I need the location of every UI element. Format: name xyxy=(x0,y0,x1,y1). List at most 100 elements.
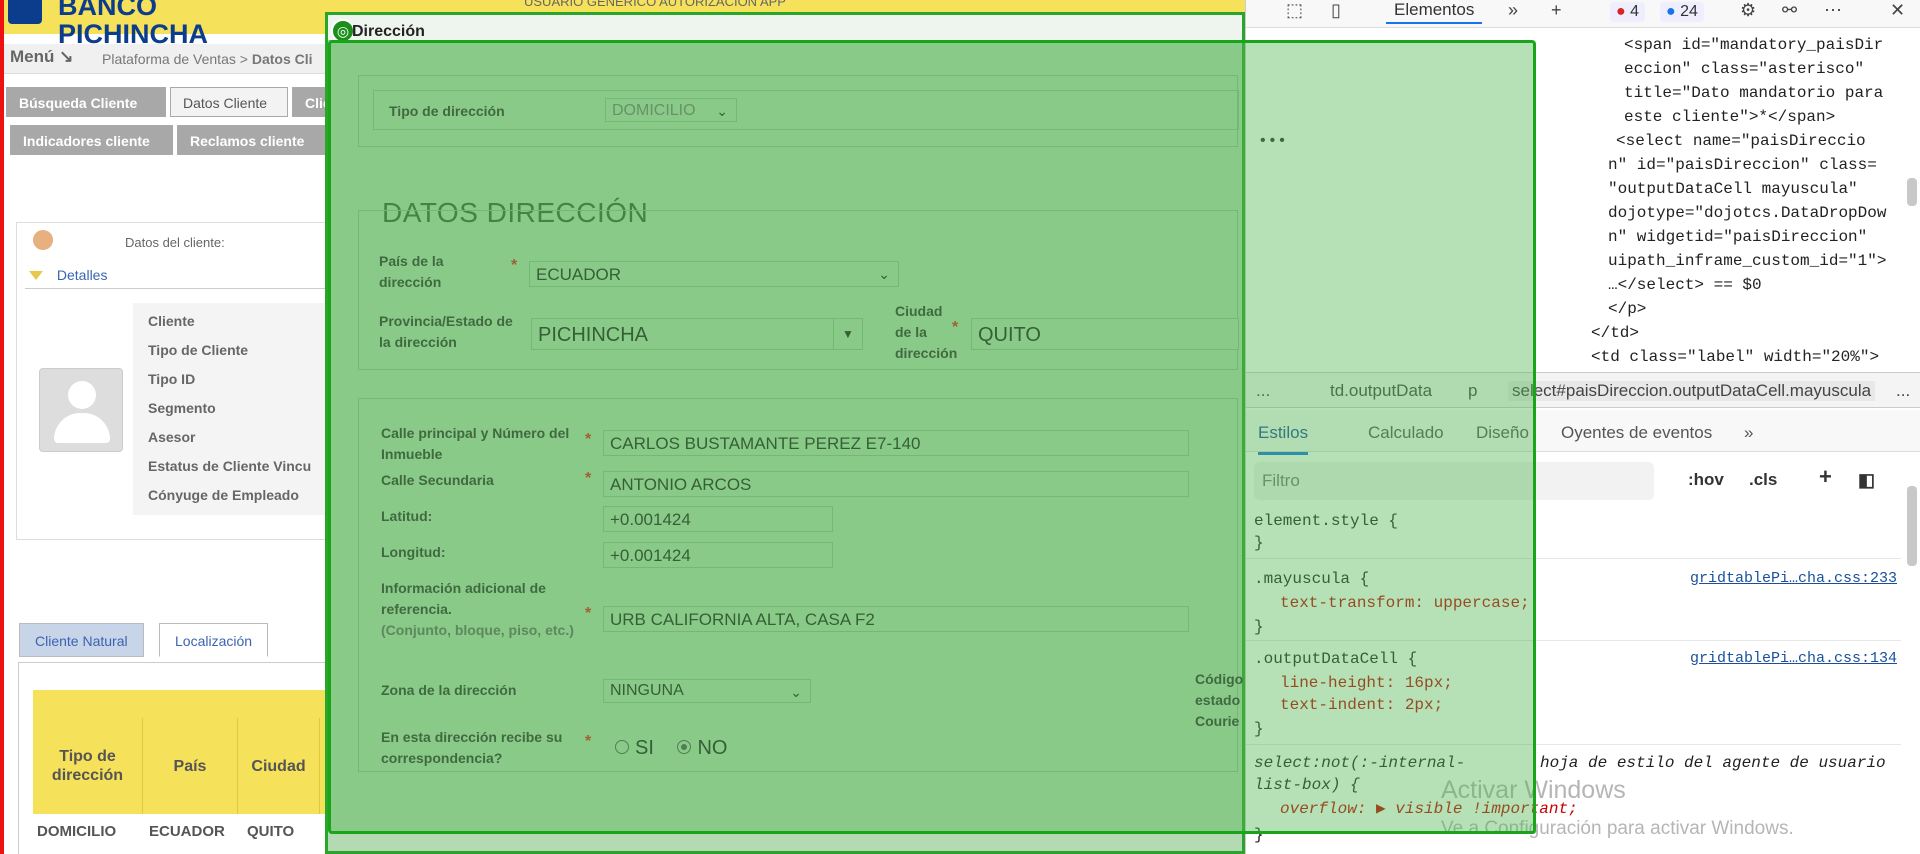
dom-line[interactable]: este cliente">*</span> xyxy=(1624,105,1835,129)
table-cell: DOMICILIO xyxy=(37,823,117,840)
menu-bar: Menú ↘ Plataforma de Ventas > Datos Cli xyxy=(4,44,344,74)
dom-line[interactable]: title="Dato mandatorio para xyxy=(1624,81,1883,105)
dom-line[interactable]: uipath_inframe_custom_id="1"> xyxy=(1608,249,1886,273)
add-tab-icon[interactable]: + xyxy=(1551,0,1562,24)
tab-calculado[interactable]: Calculado xyxy=(1368,423,1444,443)
cls-button[interactable]: .cls xyxy=(1749,470,1777,490)
dom-line[interactable]: dojotype="dojotcs.DataDropDow xyxy=(1608,201,1886,225)
styles-subtabs: Estilos Calculado Diseño Oyentes de even… xyxy=(1246,410,1920,455)
tab-oyentes[interactable]: Oyentes de eventos xyxy=(1561,423,1712,443)
errors-badge[interactable]: ● 4 xyxy=(1610,2,1646,22)
province-select[interactable]: PICHINCHA xyxy=(531,318,861,350)
dom-line[interactable]: …</select> == $0 xyxy=(1608,273,1762,297)
tab-estilos[interactable]: Estilos xyxy=(1258,423,1309,455)
tab-diseno[interactable]: Diseño xyxy=(1476,423,1529,443)
crumb-item[interactable]: ... xyxy=(1896,381,1910,401)
css-selector[interactable]: element.style { xyxy=(1254,510,1398,532)
customize-icon[interactable]: ⚯ xyxy=(1782,0,1797,24)
css-selector[interactable]: .outputDataCell { xyxy=(1254,648,1417,670)
windows-activation-subtitle: Ve a Configuración para activar Windows. xyxy=(1441,818,1794,839)
ellipsis-icon[interactable]: ••• xyxy=(1258,129,1287,153)
css-selector[interactable]: .mayuscula { xyxy=(1254,568,1369,590)
crumb-item[interactable]: ... xyxy=(1256,381,1270,401)
country-select[interactable]: ECUADOR ⌄ xyxy=(529,261,899,287)
dom-line[interactable]: <select name="paisDireccio xyxy=(1616,129,1866,153)
styles-scrollbar-thumb[interactable] xyxy=(1907,486,1917,566)
gear-icon[interactable]: ⚙ xyxy=(1740,0,1756,24)
street-main-input[interactable]: CARLOS BUSTAMANTE PEREZ E7-140 xyxy=(603,430,1189,456)
street-main-label: Calle principal y Número del Inmueble xyxy=(381,425,570,462)
dom-line[interactable]: n" widgetid="paisDireccion" xyxy=(1608,225,1867,249)
messages-badge[interactable]: ● 24 xyxy=(1660,2,1704,22)
address-type-label: Tipo de dirección xyxy=(389,103,505,119)
detail-row: Tipo ID xyxy=(148,371,196,387)
close-icon[interactable]: ✕ xyxy=(1890,0,1905,24)
breadcrumb-item[interactable]: Plataforma de Ventas xyxy=(102,51,236,67)
css-brace: } xyxy=(1254,826,1264,844)
chevron-down-icon: ⌄ xyxy=(790,684,802,700)
city-input[interactable]: QUITO xyxy=(971,318,1239,350)
zone-select[interactable]: NINGUNA ⌄ xyxy=(603,679,811,703)
sidebar-toggle-icon[interactable]: ◧ xyxy=(1858,470,1875,491)
longitude-input[interactable]: +0.001424 xyxy=(603,542,833,568)
additional-info-input[interactable]: URB CALIFORNIA ALTA, CASA F2 xyxy=(603,606,1189,632)
street-secondary-label: Calle Secundaria xyxy=(381,472,494,488)
required-mark: * xyxy=(511,257,518,274)
province-label: Provincia/Estado de la dirección xyxy=(379,313,513,350)
address-type-select[interactable]: DOMICILIO ⌄ xyxy=(605,98,737,122)
tab-cliente-natural[interactable]: Cliente Natural xyxy=(19,623,144,657)
new-rule-icon[interactable]: + xyxy=(1819,464,1832,490)
dialog-title: Dirección xyxy=(352,23,425,40)
css-source-link[interactable]: gridtablePi…cha.css:233 xyxy=(1690,568,1897,590)
address-location-frame: País de la dirección * ECUADOR ⌄ Provinc… xyxy=(358,210,1239,370)
dom-line[interactable]: <span id="mandatory_paisDir xyxy=(1624,33,1883,57)
client-header-label: Datos del cliente: xyxy=(125,235,225,250)
css-declaration[interactable]: text-transform: uppercase; xyxy=(1280,592,1530,614)
styles-filter-input[interactable]: Filtro xyxy=(1254,462,1654,500)
latitude-input[interactable]: +0.001424 xyxy=(603,506,833,532)
dom-line[interactable]: </p> xyxy=(1608,297,1646,321)
dom-line[interactable]: "outputDataCell mayuscula" xyxy=(1608,177,1858,201)
detail-row: Asesor xyxy=(148,429,196,445)
windows-activation-title: Activar Windows xyxy=(1441,776,1626,804)
screen: BANCO PICHINCHA USUARIO GENERICO AUTORIZ… xyxy=(0,0,1920,854)
dom-line[interactable]: <td class="label" width="20%"> xyxy=(1591,345,1879,368)
details-toggle[interactable]: Detalles xyxy=(25,267,335,289)
crumb-item[interactable]: p xyxy=(1468,381,1477,401)
tab-busqueda-cliente[interactable]: Búsqueda Cliente xyxy=(6,87,166,117)
dialog-titlebar: ◎ Dirección xyxy=(328,15,1242,43)
dom-line[interactable]: eccion" class="asterisco" xyxy=(1624,57,1864,81)
dom-scrollbar-thumb[interactable] xyxy=(1907,178,1917,206)
crumb-item-current[interactable]: select#paisDireccion.outputDataCell.mayu… xyxy=(1508,381,1876,401)
additional-info-hint: (Conjunto, bloque, piso, etc.) xyxy=(381,622,574,638)
detail-row: Tipo de Cliente xyxy=(148,342,249,358)
mail-no-radio[interactable] xyxy=(677,739,692,754)
menu-button[interactable]: Menú ↘ xyxy=(10,47,73,67)
mail-yes-radio[interactable] xyxy=(615,739,629,754)
css-brace: } xyxy=(1254,618,1264,636)
dom-line[interactable]: </td> xyxy=(1591,321,1639,345)
css-declaration[interactable]: line-height: 16px; xyxy=(1280,672,1453,694)
inspect-element-icon[interactable]: ⬚ xyxy=(1286,0,1303,24)
hov-button[interactable]: :hov xyxy=(1688,470,1724,490)
more-subtabs-icon[interactable]: » xyxy=(1744,423,1753,443)
crumb-item[interactable]: td.outputData xyxy=(1330,381,1432,401)
css-source-link[interactable]: gridtablePi…cha.css:134 xyxy=(1690,648,1897,670)
tab-datos-cliente[interactable]: Datos Cliente xyxy=(170,87,288,117)
tab-localizacion[interactable]: Localización xyxy=(159,623,269,657)
css-selector[interactable]: list-box) { xyxy=(1254,774,1360,796)
device-toolbar-icon[interactable]: ▯ xyxy=(1331,0,1341,24)
tab-elements[interactable]: Elementos xyxy=(1386,0,1483,24)
css-declaration[interactable]: text-indent: 2px; xyxy=(1280,694,1443,716)
tab-indicadores-cliente[interactable]: Indicadores cliente xyxy=(10,125,173,155)
street-secondary-input[interactable]: ANTONIO ARCOS xyxy=(603,471,1189,497)
expand-triangle-icon xyxy=(29,271,43,280)
more-options-icon[interactable]: ⋯ xyxy=(1824,0,1842,24)
detail-row: Cliente xyxy=(148,313,195,329)
logo-line1: BANCO xyxy=(58,0,157,21)
more-tabs-icon[interactable]: » xyxy=(1508,0,1518,24)
css-selector[interactable]: select:not(:-internal- xyxy=(1254,752,1465,774)
tab-reclamos-cliente[interactable]: Reclamos cliente xyxy=(177,125,327,155)
province-dropdown-button[interactable]: ▼ xyxy=(833,318,863,350)
dom-line[interactable]: n" id="paisDireccion" class= xyxy=(1608,153,1877,177)
